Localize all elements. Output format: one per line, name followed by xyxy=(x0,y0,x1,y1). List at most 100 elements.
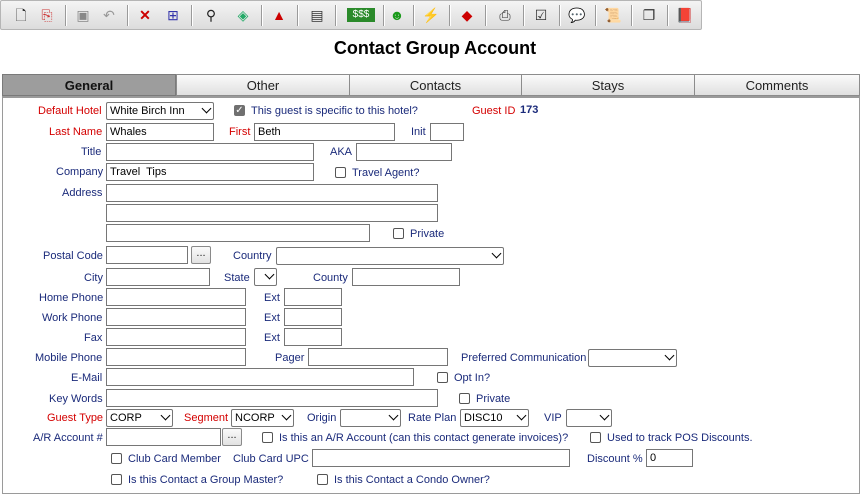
state-select[interactable] xyxy=(254,268,277,286)
key-words-label: Key Words xyxy=(49,393,103,405)
segment-select[interactable]: NCORP xyxy=(231,409,294,427)
guest-type-select[interactable]: CORP xyxy=(106,409,173,427)
pager-label: Pager xyxy=(275,352,305,364)
eraser-icon[interactable]: ◆ xyxy=(457,5,477,25)
preferred-communication-select[interactable] xyxy=(588,349,677,367)
rate-plan-select[interactable]: DISC10 xyxy=(460,409,529,427)
origin-select[interactable] xyxy=(340,409,401,427)
scroll-icon[interactable]: 📜 xyxy=(603,5,623,25)
book-icon[interactable]: 📕 xyxy=(675,5,695,25)
specific-hotel-checkbox[interactable]: ✓ xyxy=(234,105,245,116)
print-setup-icon[interactable]: ⎙ xyxy=(495,5,515,25)
address-line3-input[interactable] xyxy=(106,224,370,242)
tab-general[interactable]: General xyxy=(2,74,176,96)
aka-label: AKA xyxy=(330,146,353,158)
club-card-member-checkbox[interactable] xyxy=(111,453,122,464)
search-icon[interactable]: ⚲ xyxy=(201,5,221,25)
report-icon[interactable]: ▤ xyxy=(307,5,327,25)
origin-label: Origin xyxy=(307,412,337,424)
toolbar-separator xyxy=(449,5,450,26)
segment-label: Segment xyxy=(184,412,229,424)
tab-contacts[interactable]: Contacts xyxy=(349,74,522,96)
save-icon[interactable]: ▣ xyxy=(73,5,93,25)
tab-comments[interactable]: Comments xyxy=(694,74,860,96)
home-ext-label: Ext xyxy=(264,292,280,304)
toolbar-separator xyxy=(595,5,596,26)
club-card-upc-label: Club Card UPC xyxy=(233,453,309,465)
private-address-label: Private xyxy=(410,228,445,240)
last-name-label: Last Name xyxy=(49,126,103,138)
fax-label: Fax xyxy=(84,332,103,344)
is-ar-account-label: Is this an A/R Account (can this contact… xyxy=(279,432,569,444)
county-input[interactable] xyxy=(352,268,460,286)
money-icon[interactable]: $$$ xyxy=(347,8,375,22)
tab-stays[interactable]: Stays xyxy=(521,74,695,96)
pos-discounts-checkbox[interactable] xyxy=(590,432,601,443)
send-red-icon[interactable]: ▲ xyxy=(269,5,289,25)
ar-account-input[interactable] xyxy=(106,428,221,446)
toolbar-separator xyxy=(485,5,486,26)
postal-code-input[interactable] xyxy=(106,246,188,264)
first-name-input[interactable] xyxy=(254,123,395,141)
address-line1-input[interactable] xyxy=(106,184,438,202)
toolbar-separator xyxy=(297,5,298,26)
state-label: State xyxy=(224,272,250,284)
last-name-input[interactable] xyxy=(106,123,214,141)
fax-ext-input[interactable] xyxy=(284,328,342,346)
default-hotel-select[interactable]: White Birch Inn xyxy=(106,102,214,120)
work-ext-label: Ext xyxy=(264,312,280,324)
work-phone-input[interactable] xyxy=(106,308,246,326)
smiley-icon[interactable]: ☻ xyxy=(387,5,407,25)
toolbar-separator xyxy=(559,5,560,26)
private-address-checkbox[interactable] xyxy=(393,228,404,239)
pages-icon[interactable]: ❐ xyxy=(639,5,659,25)
key-words-input[interactable] xyxy=(106,389,438,407)
address-label: Address xyxy=(62,187,103,199)
city-input[interactable] xyxy=(106,268,210,286)
aka-input[interactable] xyxy=(356,143,452,161)
vip-select[interactable] xyxy=(566,409,612,427)
group-master-checkbox[interactable] xyxy=(111,474,122,485)
company-input[interactable] xyxy=(106,163,314,181)
travel-agent-checkbox[interactable] xyxy=(335,167,346,178)
checklist-icon[interactable]: ☑ xyxy=(531,5,551,25)
private-keywords-label: Private xyxy=(476,393,511,405)
home-ext-input[interactable] xyxy=(284,288,342,306)
copy-document-icon[interactable]: ⎘ xyxy=(37,5,57,25)
mobile-phone-input[interactable] xyxy=(106,348,246,366)
club-card-upc-input[interactable] xyxy=(312,449,570,467)
init-input[interactable] xyxy=(430,123,464,141)
private-keywords-checkbox[interactable] xyxy=(459,393,470,404)
toolbar-separator xyxy=(127,5,128,26)
magic-wand-icon[interactable]: ⚡ xyxy=(421,5,441,25)
undo-icon[interactable]: ↶ xyxy=(99,5,119,25)
toolbar-separator xyxy=(261,5,262,26)
compare-icon[interactable]: ⊞ xyxy=(163,5,183,25)
comment-icon[interactable]: 💬 xyxy=(567,5,587,25)
postal-code-label: Postal Code xyxy=(43,250,103,262)
export-icon[interactable]: ◈ xyxy=(233,5,253,25)
is-ar-account-checkbox[interactable] xyxy=(262,432,273,443)
address-line2-input[interactable] xyxy=(106,204,438,222)
toolbar-separator xyxy=(667,5,668,26)
new-document-icon[interactable]: 🗋 xyxy=(11,5,31,25)
fax-input[interactable] xyxy=(106,328,246,346)
ar-account-lookup-button[interactable]: ... xyxy=(222,428,242,446)
home-phone-input[interactable] xyxy=(106,288,246,306)
pager-input[interactable] xyxy=(308,348,448,366)
email-input[interactable] xyxy=(106,368,414,386)
rate-plan-label: Rate Plan xyxy=(408,412,457,424)
postal-lookup-button[interactable]: ... xyxy=(191,246,211,264)
opt-in-checkbox[interactable] xyxy=(437,372,448,383)
specific-hotel-label: This guest is specific to this hotel? xyxy=(251,105,418,117)
toolbar-separator xyxy=(65,5,66,26)
work-ext-input[interactable] xyxy=(284,308,342,326)
tab-other[interactable]: Other xyxy=(176,74,350,96)
home-phone-label: Home Phone xyxy=(39,292,104,304)
delete-icon[interactable]: ✕ xyxy=(135,5,155,25)
discount-input[interactable] xyxy=(646,449,693,467)
country-select[interactable] xyxy=(276,247,504,265)
title-input[interactable] xyxy=(106,143,314,161)
mobile-phone-label: Mobile Phone xyxy=(35,352,103,364)
condo-owner-checkbox[interactable] xyxy=(317,474,328,485)
